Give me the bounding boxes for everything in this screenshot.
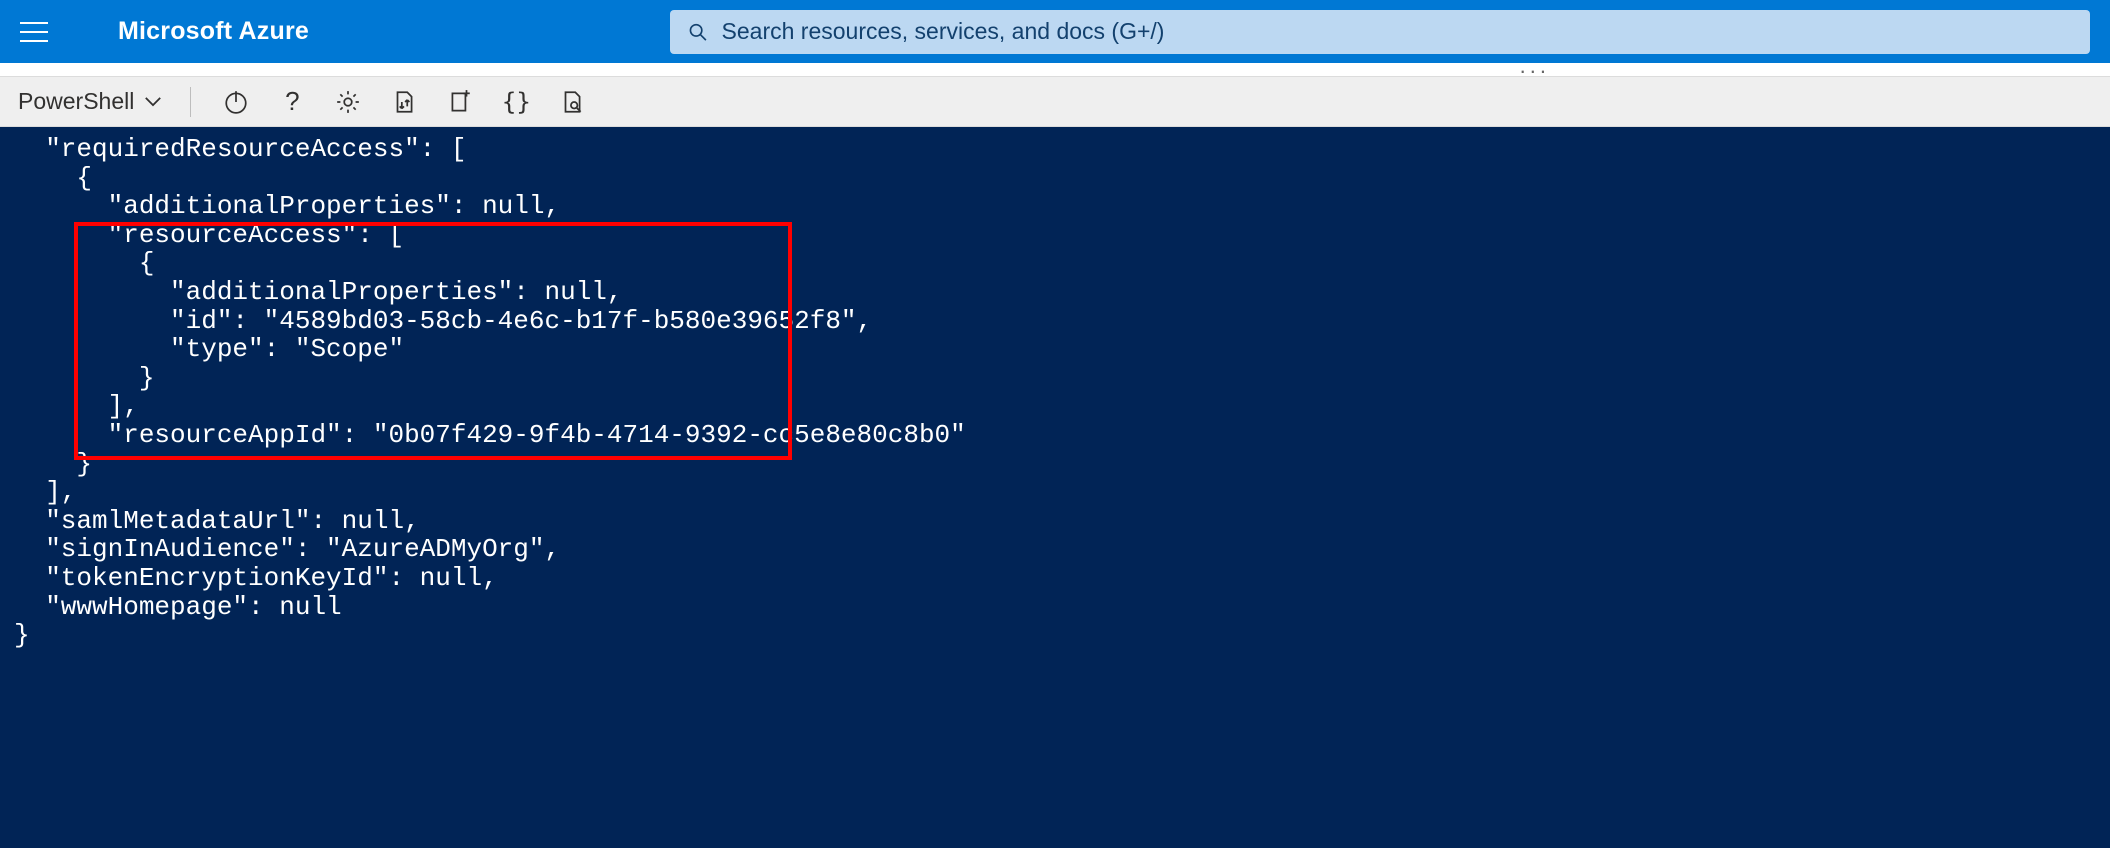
search-icon <box>688 22 708 42</box>
help-button[interactable]: ? <box>275 85 309 119</box>
power-icon <box>223 89 249 115</box>
overflow-icon[interactable]: ... <box>1520 63 1550 69</box>
chevron-down-icon <box>144 96 162 107</box>
new-session-icon <box>447 89 473 115</box>
shell-selector-label: PowerShell <box>18 88 134 115</box>
braces-icon: {} <box>502 88 531 116</box>
azure-header: Microsoft Azure <box>0 0 2110 63</box>
cloud-shell-toolbar: PowerShell ? {} <box>0 77 2110 127</box>
terminal-output: "requiredResourceAccess": [ { "additiona… <box>14 134 966 650</box>
brand-label: Microsoft Azure <box>118 17 309 46</box>
cloud-shell-terminal[interactable]: "requiredResourceAccess": [ { "additiona… <box>0 127 2110 848</box>
new-session-button[interactable] <box>443 85 477 119</box>
help-icon: ? <box>285 86 299 117</box>
divider <box>190 87 191 117</box>
shell-selector[interactable]: PowerShell <box>18 88 162 115</box>
preview-button[interactable] <box>555 85 589 119</box>
menu-icon[interactable] <box>20 22 48 42</box>
search-input[interactable] <box>722 18 2072 45</box>
global-search[interactable] <box>670 10 2090 54</box>
upload-download-button[interactable] <box>387 85 421 119</box>
gear-icon <box>335 89 361 115</box>
settings-button[interactable] <box>331 85 365 119</box>
page-search-icon <box>559 89 585 115</box>
breadcrumb-strip: ... <box>0 63 2110 77</box>
file-transfer-icon <box>391 89 417 115</box>
editor-button[interactable]: {} <box>499 85 533 119</box>
restart-shell-button[interactable] <box>219 85 253 119</box>
